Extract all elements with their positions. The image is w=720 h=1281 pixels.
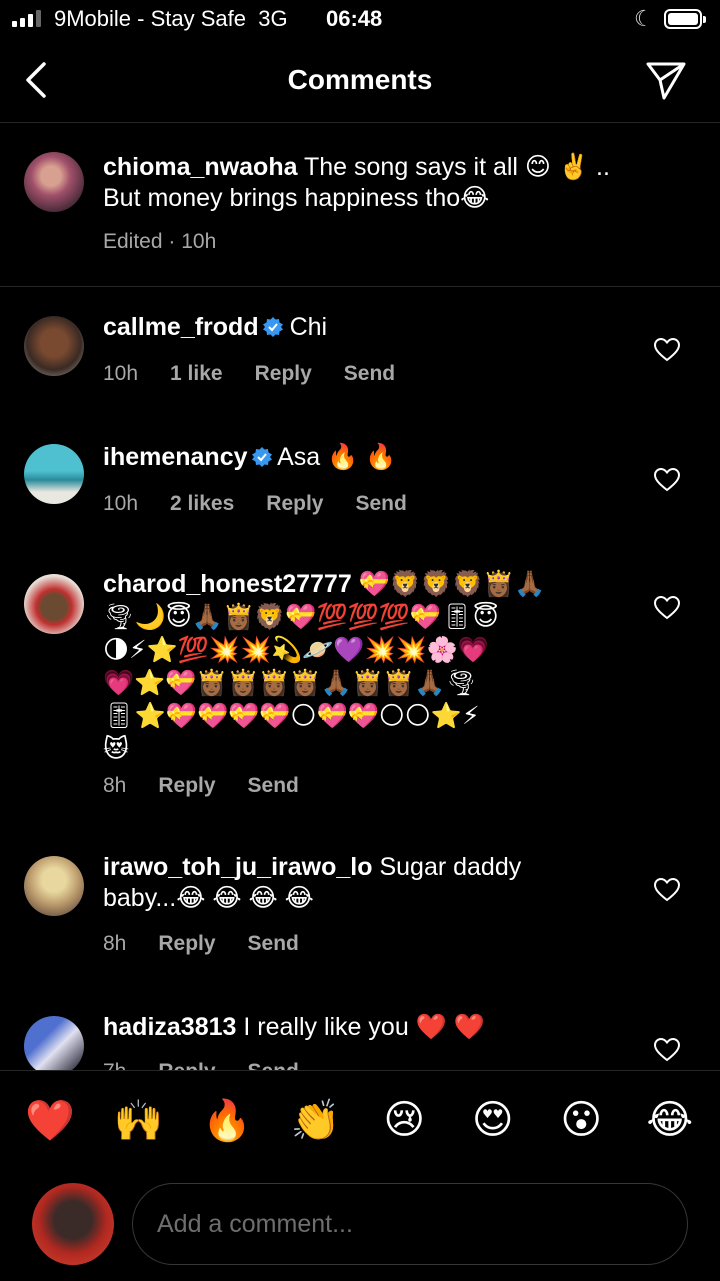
page-title: Comments xyxy=(287,64,433,95)
caption-text: chioma_nwaoha The song says it all 😊 ✌️ … xyxy=(103,152,643,214)
like-heart-icon[interactable] xyxy=(654,1038,680,1062)
comment-item: irawo_toh_ju_irawo_lo Sugar daddy baby..… xyxy=(0,838,720,998)
carrier-label: 9Mobile - Stay Safe 3G xyxy=(54,6,288,31)
comment-message-line5: 🎚⭐💝💝💝💝🌕💝💝🌕🌕⭐⚡ xyxy=(103,702,480,730)
avatar[interactable] xyxy=(24,444,84,504)
status-bar: 9Mobile - Stay Safe 3G 06:48 ☾ xyxy=(0,0,720,40)
like-heart-icon[interactable] xyxy=(654,878,680,902)
comment-message: 💝🦁🦁🦁👸🏾🙏🏾 xyxy=(358,570,546,598)
comment-meta: 8h Reply Send xyxy=(103,774,299,798)
caption-edited-time: Edited · 10h xyxy=(103,230,217,253)
comment-message: Sugar daddy xyxy=(379,853,522,881)
verified-badge-icon xyxy=(251,447,272,467)
send-button[interactable]: Send xyxy=(248,1060,299,1070)
comment-item: callme_frodd Chi 10h 1 like Reply Send xyxy=(0,288,720,418)
reply-button[interactable]: Reply xyxy=(158,1060,215,1070)
post-caption: chioma_nwaoha The song says it all 😊 ✌️ … xyxy=(0,124,720,287)
comment-message-line4: 💗⭐💝👸🏾👸🏾👸🏾👸🏾🙏🏾👸🏾👸🏾🙏🏾🌪 xyxy=(103,669,478,697)
comment-username[interactable]: charod_honest27777 xyxy=(103,570,352,598)
quick-reactions: ❤️ 🙌 🔥 👏 😢 😍 😮 😂 xyxy=(0,1097,720,1144)
comment-input[interactable] xyxy=(132,1183,688,1265)
caption-meta: Edited · 10h xyxy=(103,230,216,254)
like-heart-icon[interactable] xyxy=(654,596,680,620)
caption-message-line2: But money brings happiness tho😂 xyxy=(103,184,490,212)
comment-item: charod_honest27777 💝🦁🦁🦁👸🏾🙏🏾 🌪🌙😇🙏🏾👸🏾🦁💝💯💯💯… xyxy=(0,548,720,838)
comment-time: 10h xyxy=(103,362,139,385)
do-not-disturb-icon: ☾ xyxy=(634,6,654,31)
comment-message: Asa 🔥 🔥 xyxy=(277,443,397,471)
comment-message: Chi xyxy=(289,313,328,341)
reply-button[interactable]: Reply xyxy=(255,362,312,386)
comment-message-line3: 🌗⚡⭐💯💥💥💫🪐💜💥💥🌸💗 xyxy=(103,636,490,664)
reply-button[interactable]: Reply xyxy=(158,774,215,798)
reaction-raising-hands[interactable]: 🙌 xyxy=(109,1097,169,1144)
comment-meta: 7h Reply Send xyxy=(103,1060,299,1070)
avatar[interactable] xyxy=(24,1016,84,1070)
comment-time: 10h xyxy=(103,492,139,515)
like-heart-icon[interactable] xyxy=(654,468,680,492)
comments-list[interactable]: callme_frodd Chi 10h 1 like Reply Send i… xyxy=(0,288,720,1070)
comment-item: hadiza3813 I really like you ❤️ ❤️ 7h Re… xyxy=(0,998,720,1070)
comment-message-line2: baby...😂 😂 😂 😂 xyxy=(103,884,314,912)
reaction-cry[interactable]: 😢 xyxy=(374,1097,434,1144)
comment-composer: ❤️ 🙌 🔥 👏 😢 😍 😮 😂 xyxy=(0,1070,720,1281)
comment-text: callme_frodd Chi xyxy=(103,312,643,343)
reaction-fire[interactable]: 🔥 xyxy=(197,1097,257,1144)
send-button[interactable]: Send xyxy=(248,774,299,798)
comment-meta: 8h Reply Send xyxy=(103,932,299,956)
caption-message: The song says it all 😊 ✌️ .. xyxy=(304,153,610,181)
avatar[interactable] xyxy=(24,316,84,376)
comment-username[interactable]: hadiza3813 xyxy=(103,1013,236,1041)
clock: 06:48 xyxy=(326,6,383,31)
like-heart-icon[interactable] xyxy=(654,338,680,362)
battery-icon xyxy=(664,9,706,29)
send-button[interactable]: Send xyxy=(344,362,395,386)
comment-time: 7h xyxy=(103,1060,126,1070)
reaction-heart-eyes[interactable]: 😍 xyxy=(463,1097,523,1144)
comment-username[interactable]: ihemenancy xyxy=(103,443,248,471)
signal-icon xyxy=(12,10,41,27)
network-label: 3G xyxy=(258,6,288,31)
header: Comments xyxy=(0,42,720,123)
reaction-laugh[interactable]: 😂 xyxy=(640,1097,700,1144)
reaction-heart[interactable]: ❤️ xyxy=(20,1097,80,1144)
verified-badge-icon xyxy=(262,317,283,337)
reaction-surprised[interactable]: 😮 xyxy=(551,1097,611,1144)
comment-text: irawo_toh_ju_irawo_lo Sugar daddy baby..… xyxy=(103,852,643,914)
reply-button[interactable]: Reply xyxy=(266,492,323,516)
comment-text: charod_honest27777 💝🦁🦁🦁👸🏾🙏🏾 🌪🌙😇🙏🏾👸🏾🦁💝💯💯💯… xyxy=(103,568,643,766)
comment-message: I really like you ❤️ ❤️ xyxy=(243,1013,485,1041)
comment-item: ihemenancy Asa 🔥 🔥 10h 2 likes Reply Sen… xyxy=(0,418,720,548)
comment-time: 8h xyxy=(103,932,127,955)
comment-meta: 10h 1 like Reply Send xyxy=(103,362,395,386)
comment-username[interactable]: callme_frodd xyxy=(103,313,259,341)
current-user-avatar xyxy=(32,1183,114,1265)
likes-count[interactable]: 2 likes xyxy=(170,492,234,516)
send-button[interactable]: Send xyxy=(248,932,299,956)
reply-button[interactable]: Reply xyxy=(158,932,215,956)
comment-username[interactable]: irawo_toh_ju_irawo_lo xyxy=(103,853,373,881)
avatar[interactable] xyxy=(24,574,84,634)
direct-message-icon[interactable] xyxy=(644,58,688,102)
comment-message-line2: 🌪🌙😇🙏🏾👸🏾🦁💝💯💯💯💝🎚😇 xyxy=(103,603,499,631)
avatar[interactable] xyxy=(24,856,84,916)
comment-text: hadiza3813 I really like you ❤️ ❤️ xyxy=(103,1012,643,1043)
avatar[interactable] xyxy=(24,152,84,212)
comment-text: ihemenancy Asa 🔥 🔥 xyxy=(103,442,643,473)
comment-meta: 10h 2 likes Reply Send xyxy=(103,492,407,516)
comment-message-line6: 😻 xyxy=(103,735,130,763)
caption-username[interactable]: chioma_nwaoha xyxy=(103,153,298,181)
likes-count[interactable]: 1 like xyxy=(170,362,223,386)
comment-time: 8h xyxy=(103,774,127,797)
send-button[interactable]: Send xyxy=(355,492,406,516)
reaction-clap[interactable]: 👏 xyxy=(286,1097,346,1144)
